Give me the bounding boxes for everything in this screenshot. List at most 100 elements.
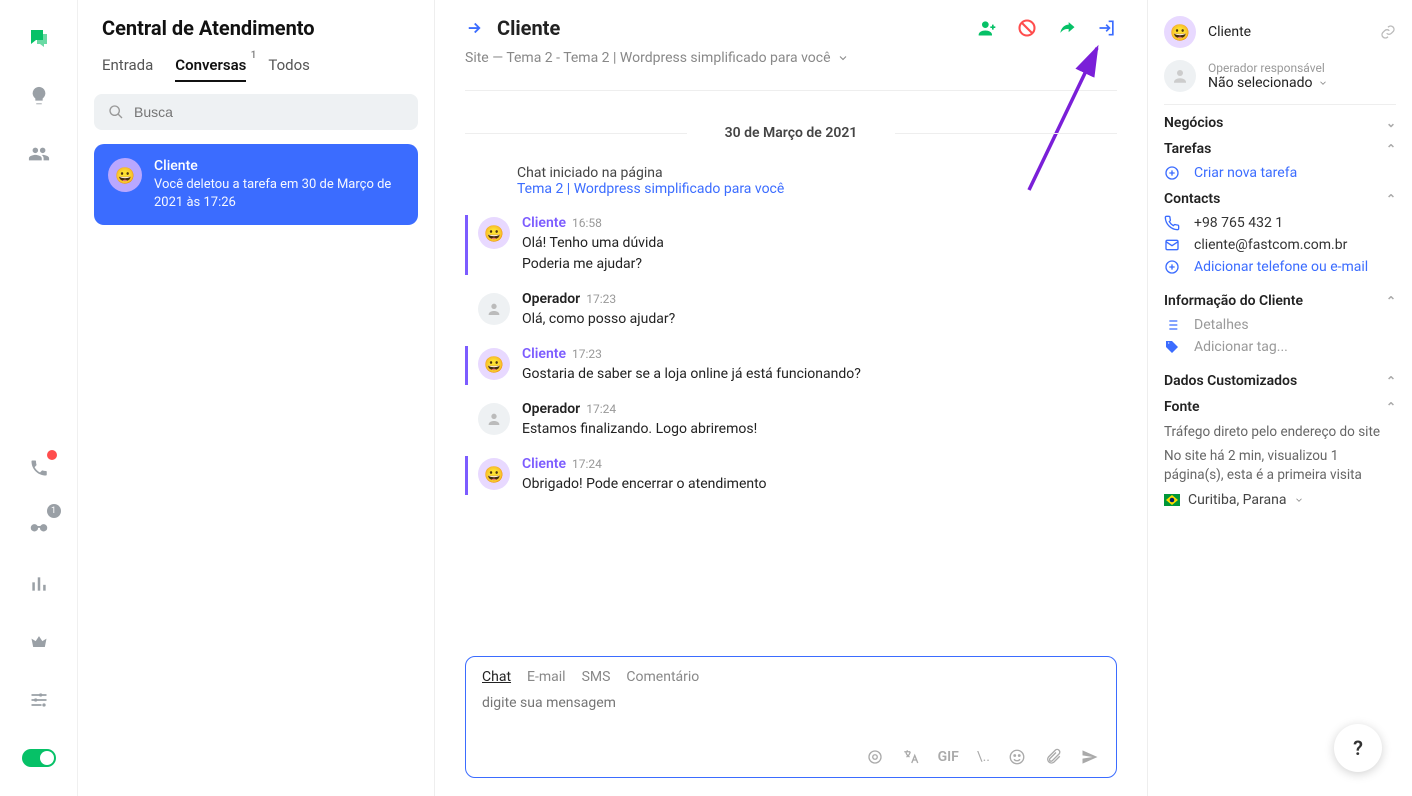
message-text: Olá! Tenho uma dúvidaPoderia me ajudar? <box>522 233 664 275</box>
page-title: Central de Atendimento <box>90 16 422 40</box>
message-time: 17:24 <box>572 457 602 471</box>
conversations-panel: Central de Atendimento Entrada Conversas… <box>78 0 434 796</box>
breadcrumb-text: Site — Tema 2 - Tema 2 | Wordpress simpl… <box>465 50 831 66</box>
settings-icon[interactable] <box>19 680 59 720</box>
help-button[interactable]: ? <box>1334 724 1382 772</box>
conversation-title: Cliente <box>497 16 560 40</box>
create-task-link[interactable]: Criar nova tarefa <box>1164 165 1396 181</box>
fonte-line1: Tráfego direto pelo endereço do site <box>1164 423 1396 443</box>
search-icon <box>108 104 124 120</box>
message-avatar: 😀 <box>478 217 510 249</box>
message-text: Estamos finalizando. Logo abriremos! <box>522 419 757 440</box>
operator-value[interactable]: Não selecionado <box>1208 75 1328 91</box>
message-author: Cliente <box>522 346 566 362</box>
composer: Chat E-mail SMS Comentário GIF \.. <box>465 656 1117 778</box>
details-link[interactable]: Detalhes <box>1164 317 1396 333</box>
tag-icon <box>1164 339 1182 355</box>
breadcrumb[interactable]: Site — Tema 2 - Tema 2 | Wordpress simpl… <box>465 50 1117 66</box>
fonte-line2: No site há 2 min, visualizou 1 página(s)… <box>1164 447 1396 486</box>
composer-tab-comment[interactable]: Comentário <box>626 669 699 685</box>
add-tag-link[interactable]: Adicionar tag... <box>1164 339 1396 355</box>
message-text: Obrigado! Pode encerrar o atendimento <box>522 474 767 495</box>
nav-rail: 1 <box>0 0 78 796</box>
contact-phone[interactable]: +98 765 432 1 <box>1164 215 1396 231</box>
send-icon[interactable] <box>1080 747 1100 767</box>
chat-icon[interactable] <box>19 18 59 58</box>
add-person-icon[interactable] <box>977 18 997 38</box>
binoculars-icon[interactable]: 1 <box>19 506 59 546</box>
message-text: Gostaria de saber se a loja online já es… <box>522 364 861 385</box>
message-time: 16:58 <box>572 216 602 230</box>
system-message-link[interactable]: Tema 2 | Wordpress simplificado para voc… <box>517 181 784 197</box>
slash-command-icon[interactable]: \.. <box>977 749 990 765</box>
composer-input[interactable] <box>482 695 1100 743</box>
chevron-down-icon <box>1294 495 1304 505</box>
conversation-item[interactable]: 😀 Cliente Você deletou a tarefa em 30 de… <box>94 144 418 225</box>
plus-circle-icon <box>1164 259 1182 275</box>
message: Operador17:24Estamos finalizando. Logo a… <box>465 401 1117 440</box>
people-icon[interactable] <box>19 134 59 174</box>
search-input[interactable] <box>134 104 404 120</box>
date-separator: 30 de Março de 2021 <box>465 125 1117 141</box>
message-author: Operador <box>522 291 580 307</box>
forward-icon[interactable] <box>1057 18 1077 38</box>
message-time: 17:24 <box>586 402 616 416</box>
section-negocios[interactable]: Negócios⌄ <box>1164 115 1396 131</box>
composer-tab-email[interactable]: E-mail <box>527 669 566 685</box>
exit-icon[interactable] <box>1097 18 1117 38</box>
tab-all[interactable]: Todos <box>268 56 310 82</box>
conv-preview: Você deletou a tarefa em 30 de Março de … <box>154 176 404 211</box>
message-text: Olá, como posso ajudar? <box>522 309 675 330</box>
section-contacts[interactable]: Contacts⌃ <box>1164 191 1396 207</box>
message: Operador 17:23 Olá, como posso ajudar? <box>465 291 1117 330</box>
online-toggle[interactable] <box>19 738 59 778</box>
back-arrow-icon[interactable] <box>465 19 483 37</box>
message-avatar: 😀 <box>478 348 510 380</box>
info-panel: 😀 Cliente Operador responsável Não selec… <box>1148 0 1412 796</box>
message: 😀 Cliente 16:58 Olá! Tenho uma dúvidaPoderi… <box>465 215 1117 275</box>
link-icon[interactable] <box>1380 24 1396 40</box>
chevron-down-icon: ⌄ <box>1386 116 1396 130</box>
message-time: 17:23 <box>586 292 616 306</box>
contact-email[interactable]: cliente@fastcom.com.br <box>1164 237 1396 253</box>
target-icon[interactable] <box>866 748 884 766</box>
block-icon[interactable] <box>1017 18 1037 38</box>
add-contact-link[interactable]: Adicionar telefone ou e-mail <box>1164 259 1396 275</box>
conversation-main: Cliente Site — Tema 2 - Tema 2 | Wordpre… <box>434 0 1148 796</box>
gif-button[interactable]: GIF <box>938 749 959 765</box>
emoji-icon[interactable] <box>1008 748 1026 766</box>
list-icon <box>1164 317 1182 333</box>
message-author: Cliente <box>522 215 566 231</box>
composer-tab-sms[interactable]: SMS <box>582 669 611 685</box>
operator-label: Operador responsável <box>1208 61 1328 75</box>
phone-badge <box>47 450 57 460</box>
tab-conversations-label: Conversas <box>175 56 246 74</box>
chevron-down-icon <box>837 52 849 64</box>
client-avatar: 😀 <box>1164 16 1196 48</box>
chevron-up-icon: ⌃ <box>1386 400 1396 414</box>
search-box[interactable] <box>94 94 418 130</box>
tab-inbox[interactable]: Entrada <box>102 56 153 82</box>
tab-conversations-count: 1 <box>251 50 257 61</box>
tab-conversations[interactable]: Conversas 1 <box>175 56 246 82</box>
chevron-up-icon: ⌃ <box>1386 142 1396 156</box>
mail-icon <box>1164 237 1182 253</box>
section-dados-custom[interactable]: Dados Customizados⌃ <box>1164 373 1396 389</box>
attachment-icon[interactable] <box>1044 748 1062 766</box>
section-tarefas[interactable]: Tarefas⌃ <box>1164 141 1396 157</box>
conv-name: Cliente <box>154 158 404 174</box>
section-fonte[interactable]: Fonte⌃ <box>1164 399 1396 415</box>
operator-avatar <box>1164 60 1196 92</box>
chevron-down-icon <box>1318 78 1328 88</box>
crown-icon[interactable] <box>19 622 59 662</box>
phone-icon[interactable] <box>19 448 59 488</box>
phone-icon <box>1164 215 1182 231</box>
location[interactable]: Curitiba, Parana <box>1164 492 1396 508</box>
flag-br-icon <box>1164 494 1180 506</box>
section-info-cliente[interactable]: Informação do Cliente⌃ <box>1164 293 1396 309</box>
message: 😀Cliente17:24Obrigado! Pode encerrar o a… <box>465 456 1117 495</box>
stats-icon[interactable] <box>19 564 59 604</box>
translate-icon[interactable] <box>902 748 920 766</box>
bulb-icon[interactable] <box>19 76 59 116</box>
composer-tab-chat[interactable]: Chat <box>482 669 511 685</box>
